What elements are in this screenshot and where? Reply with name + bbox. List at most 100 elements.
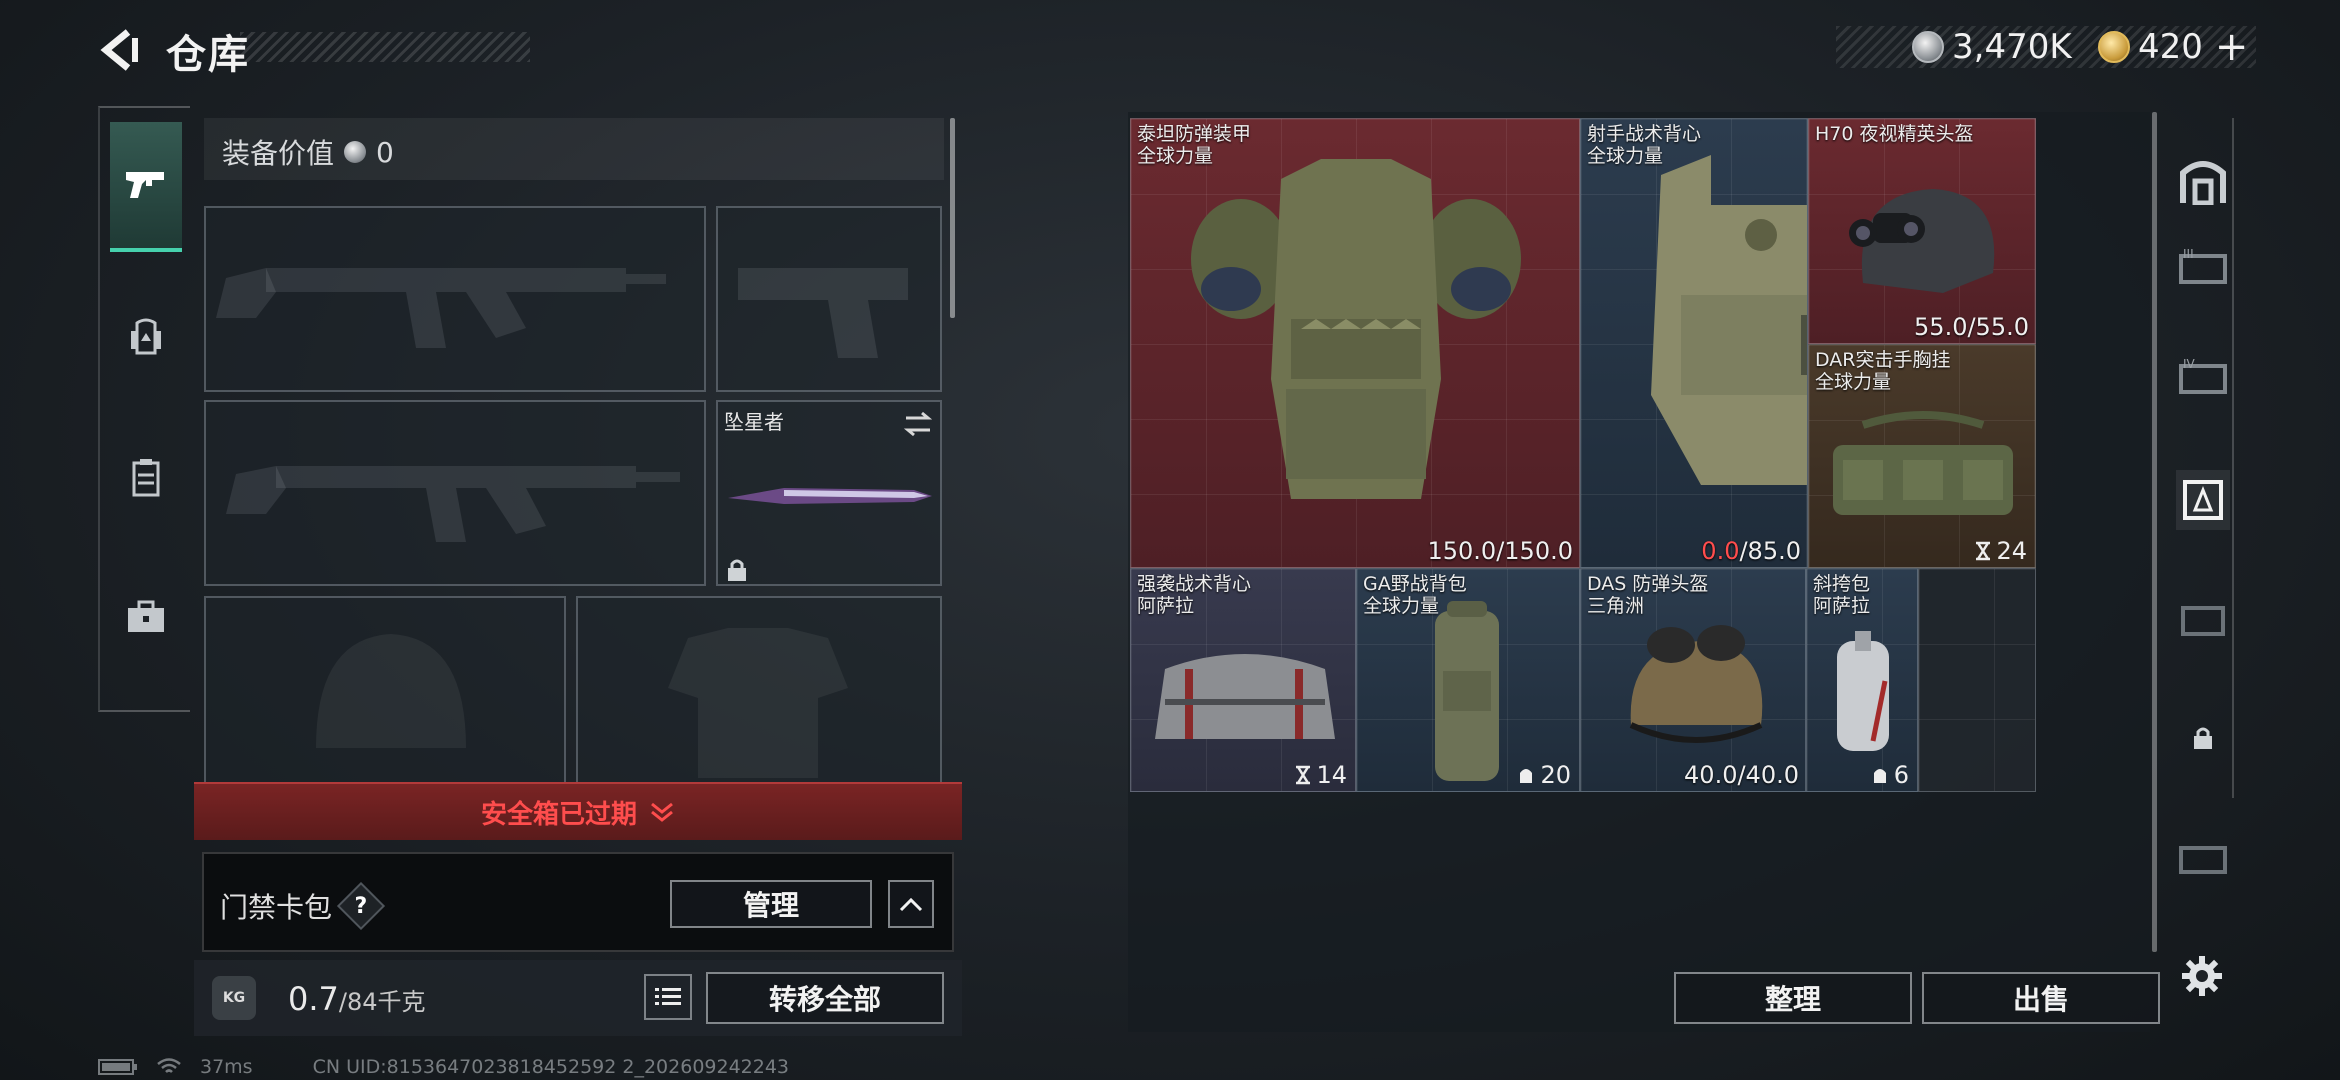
lock-icon bbox=[728, 559, 746, 581]
access-card-label-group: 门禁卡包 ? bbox=[220, 881, 386, 931]
category-gear[interactable] bbox=[110, 272, 182, 402]
weight-icon: KG bbox=[212, 976, 256, 1020]
item-capacity: 24 bbox=[1996, 537, 2027, 565]
backpack-capacity-icon bbox=[1873, 769, 1886, 783]
helmet-silhouette-icon bbox=[316, 634, 466, 748]
item-name: H70 夜视精英头盔 bbox=[1815, 123, 1974, 145]
sort-button[interactable]: 整理 bbox=[1674, 972, 1912, 1024]
helmet-slot[interactable] bbox=[204, 596, 566, 786]
stash-page-icon bbox=[2179, 846, 2227, 874]
category-column bbox=[98, 106, 190, 712]
stash-item-dar-chest-rig[interactable]: DAR突击手胸挂 全球力量 24 bbox=[1808, 344, 2036, 568]
vest-icon bbox=[132, 459, 160, 497]
help-mark: ? bbox=[354, 893, 368, 919]
category-tools[interactable] bbox=[110, 552, 182, 682]
silver-amount: 3,470K bbox=[1952, 27, 2072, 67]
item-subtitle: 全球力量 bbox=[1137, 145, 1214, 167]
stash-tab-6[interactable] bbox=[2176, 588, 2230, 648]
item-subtitle: 三角洲 bbox=[1587, 595, 1645, 617]
stash-item-titan-armor[interactable]: 泰坦防弹装甲 全球力量 150.0/150.0 bbox=[1130, 118, 1580, 568]
help-icon[interactable]: ? bbox=[336, 881, 386, 931]
swap-icon[interactable] bbox=[902, 410, 934, 438]
item-capacity: 20 bbox=[1540, 761, 1571, 789]
item-name: 泰坦防弹装甲 bbox=[1137, 123, 1252, 145]
item-subtitle: 阿萨拉 bbox=[1813, 595, 1871, 617]
item-name: 射手战术背心 bbox=[1587, 123, 1702, 145]
page-title: 仓库 bbox=[166, 32, 250, 78]
item-durability-max: /40.0 bbox=[1737, 761, 1799, 789]
stash-tab-active[interactable] bbox=[2176, 470, 2230, 530]
capacity-icon bbox=[1296, 765, 1311, 785]
vest-icon bbox=[1651, 155, 1807, 485]
equipment-value-amount: 0 bbox=[376, 135, 394, 169]
list-view-button[interactable] bbox=[644, 974, 692, 1020]
stash-item-ga-backpack[interactable]: GA野战背包 全球力量 20 bbox=[1356, 568, 1580, 792]
item-subtitle: 全球力量 bbox=[1587, 145, 1664, 167]
melee-name: 坠星者 bbox=[724, 410, 784, 434]
stash-tab-3[interactable]: III bbox=[2176, 236, 2230, 296]
uid-text: CN UID:8153647023818452592 2_20260924224… bbox=[312, 1056, 790, 1078]
stash-page-icon bbox=[2181, 606, 2225, 636]
stash-tab-4[interactable]: IV bbox=[2176, 346, 2230, 406]
item-name: DAS 防弹头盔 bbox=[1587, 573, 1709, 595]
stash-item-h70-helmet[interactable]: H70 夜视精英头盔 55.0/55.0 bbox=[1808, 118, 2036, 344]
loadout-scrollbar[interactable] bbox=[950, 118, 955, 318]
item-subtitle: 全球力量 bbox=[1363, 595, 1440, 617]
chevron-down-icon bbox=[651, 802, 673, 822]
item-subtitle: 阿萨拉 bbox=[1137, 595, 1195, 617]
category-consumables[interactable] bbox=[110, 412, 182, 542]
stash-page-icon bbox=[2183, 480, 2223, 520]
toolbox-icon bbox=[128, 600, 164, 632]
sell-button[interactable]: 出售 bbox=[1922, 972, 2160, 1024]
back-arrow-icon[interactable] bbox=[96, 26, 144, 74]
wifi-icon bbox=[157, 1058, 181, 1073]
weight-value: 0.7 bbox=[288, 980, 339, 1018]
sling-bag-icon bbox=[1837, 631, 1889, 751]
weight-max: /84千克 bbox=[338, 988, 426, 1016]
stash-tab-main[interactable] bbox=[2176, 152, 2230, 212]
stash-item-shooter-vest[interactable]: 射手战术背心 全球力量 0.0/85.0 bbox=[1580, 118, 1808, 568]
safebox-expired-bar[interactable]: 安全箱已过期 bbox=[194, 782, 962, 840]
helmet-icon bbox=[1629, 625, 1763, 743]
settings-button[interactable] bbox=[2180, 954, 2224, 998]
title-decoration bbox=[240, 32, 530, 62]
equipment-value: 装备价值 0 bbox=[222, 132, 394, 172]
gold-amount: 420 bbox=[2138, 27, 2203, 67]
backpack-capacity-icon bbox=[1520, 769, 1533, 783]
melee-slot[interactable]: 坠星者 bbox=[716, 400, 942, 586]
warehouse-icon bbox=[2180, 161, 2226, 205]
pistol-slot[interactable] bbox=[716, 206, 942, 392]
item-capacity: 6 bbox=[1893, 761, 1909, 789]
access-card-label: 门禁卡包 bbox=[220, 891, 333, 924]
status-bar: 37ms CN UID:8153647023818452592 2_202609… bbox=[98, 1056, 789, 1078]
carry-weight: 0.7/84千克 bbox=[288, 980, 426, 1018]
armor-slot[interactable] bbox=[576, 596, 942, 786]
collapse-button[interactable] bbox=[888, 880, 934, 928]
manage-button[interactable]: 管理 bbox=[670, 880, 872, 928]
stash-empty-slot[interactable] bbox=[1918, 568, 2036, 792]
knife-icon bbox=[728, 488, 932, 504]
primary-weapon-slot[interactable] bbox=[204, 206, 706, 392]
pistol-icon bbox=[126, 172, 164, 198]
battery-icon bbox=[98, 1059, 137, 1075]
item-durability-max: /85.0 bbox=[1739, 537, 1801, 565]
gold-currency[interactable]: 420 + bbox=[2098, 24, 2249, 70]
category-weapons[interactable] bbox=[110, 122, 182, 252]
secondary-weapon-slot[interactable] bbox=[204, 400, 706, 586]
plus-icon[interactable]: + bbox=[2215, 24, 2249, 70]
stash-item-assault-vest[interactable]: 强袭战术背心 阿萨拉 14 bbox=[1130, 568, 1356, 792]
stash-item-das-helmet[interactable]: DAS 防弹头盔 三角洲 40.0/40.0 bbox=[1580, 568, 1806, 792]
equipment-value-label: 装备价值 bbox=[222, 137, 335, 170]
duffel-bag-icon bbox=[1155, 654, 1335, 739]
stash-page-icon: III bbox=[2179, 247, 2227, 284]
transfer-all-button[interactable]: 转移全部 bbox=[706, 972, 944, 1024]
rifle-silhouette-icon bbox=[216, 268, 666, 348]
stash-item-sling-bag[interactable]: 斜挎包 阿萨拉 6 bbox=[1806, 568, 1918, 792]
stash-tab-extra[interactable] bbox=[2176, 828, 2230, 888]
item-capacity: 14 bbox=[1316, 761, 1347, 789]
armor-silhouette-icon bbox=[668, 628, 848, 778]
item-durability: 150.0 bbox=[1427, 537, 1497, 565]
item-name: 斜挎包 bbox=[1813, 573, 1871, 595]
stash-scrollbar[interactable] bbox=[2152, 112, 2157, 952]
stash-tab-locked[interactable] bbox=[2176, 708, 2230, 768]
